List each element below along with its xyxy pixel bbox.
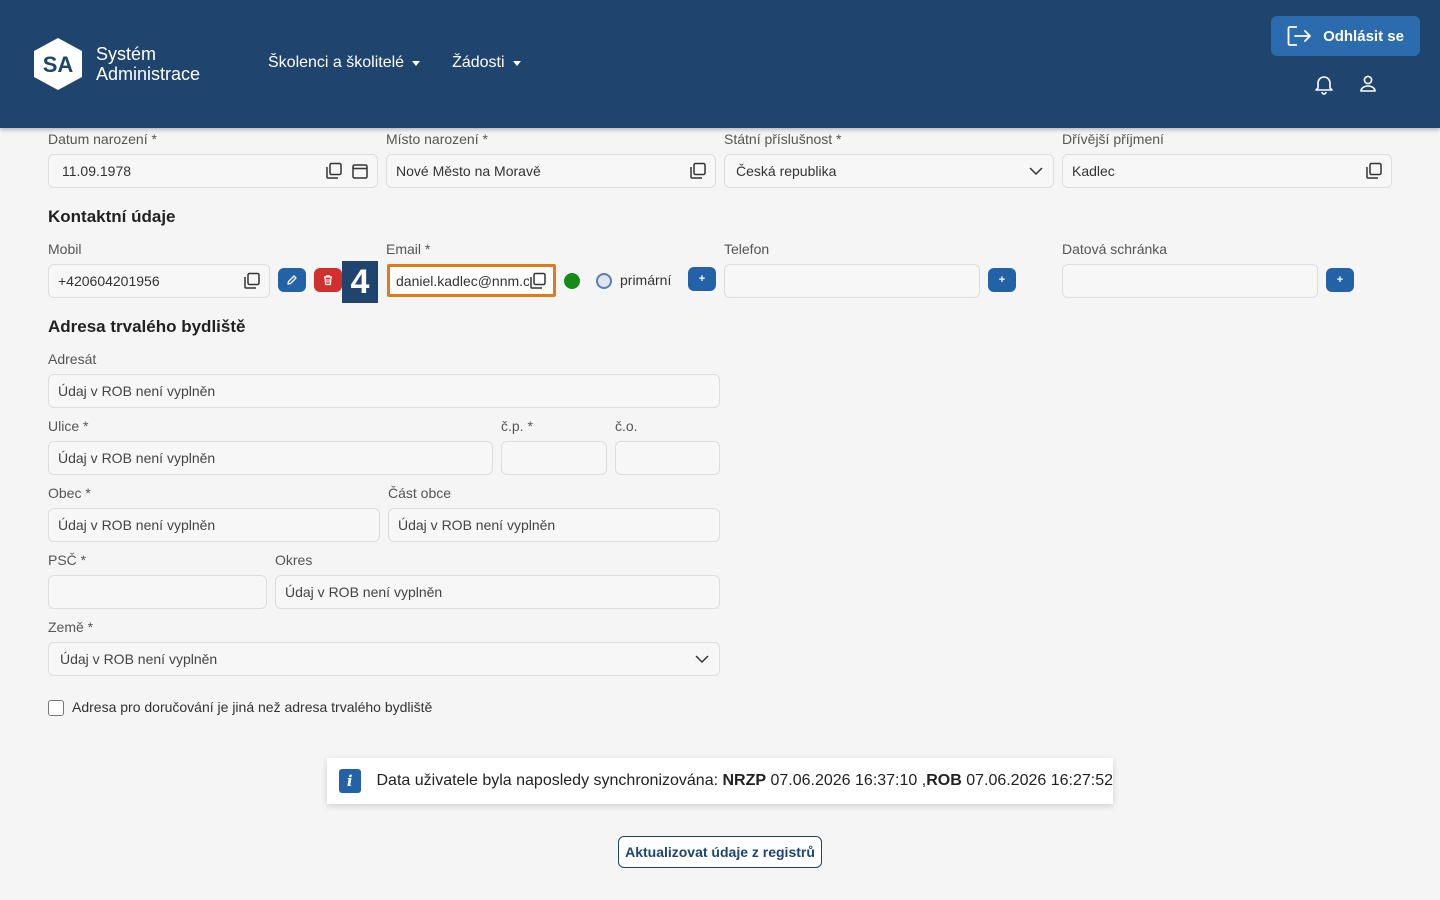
- logout-label: Odhlásit se: [1323, 27, 1404, 45]
- plus-icon: +: [1336, 274, 1344, 286]
- district-field[interactable]: Údaj v ROB není vyplněn: [275, 575, 720, 609]
- city-field[interactable]: Údaj v ROB není vyplněn: [48, 508, 380, 542]
- add-email-button[interactable]: +: [688, 267, 716, 291]
- chevron-down-icon: [512, 60, 521, 66]
- citizenship-label: Státní příslušnost *: [724, 131, 842, 147]
- edit-mobile-button[interactable]: [278, 268, 306, 292]
- pencil-icon: [287, 275, 297, 285]
- primary-radio[interactable]: [596, 273, 612, 289]
- chevron-down-icon: [412, 60, 421, 66]
- plus-icon: +: [698, 273, 706, 285]
- nav-trainees-label: Školenci a školitelé: [268, 54, 405, 71]
- mobile-label: Mobil: [48, 241, 82, 257]
- databox-field[interactable]: [1062, 264, 1318, 298]
- city-part-label: Část obce: [388, 485, 452, 501]
- app-header: SA Systém Administrace Školenci a školit…: [0, 0, 1440, 128]
- add-databox-button[interactable]: +: [1326, 268, 1354, 292]
- phone-field[interactable]: [724, 264, 980, 298]
- copy-icon[interactable]: [1365, 162, 1383, 180]
- delete-mobile-button[interactable]: [314, 268, 342, 292]
- city-value: Údaj v ROB není vyplněn: [58, 517, 216, 533]
- country-value: Údaj v ROB není vyplněn: [60, 651, 218, 667]
- country-select[interactable]: Údaj v ROB není vyplněn: [48, 642, 720, 676]
- delivery-address-checkbox-label[interactable]: Adresa pro doručování je jiná než adresa…: [72, 699, 432, 715]
- logo-hexagon-icon: SA: [34, 38, 82, 90]
- nav-requests-menu[interactable]: Žádosti: [452, 54, 521, 72]
- birth-date-value: 11.09.1978: [62, 163, 132, 179]
- contact-section-title: Kontaktní údaje: [48, 207, 176, 226]
- street-value: Údaj v ROB není vyplněn: [58, 450, 216, 466]
- svg-text:SA: SA: [43, 52, 74, 77]
- calendar-icon[interactable]: [351, 162, 369, 180]
- mobile-value: +420604201956: [58, 273, 160, 289]
- email-field[interactable]: daniel.kadlec@nnm.c: [387, 264, 556, 297]
- citizenship-select[interactable]: Česká republika: [724, 154, 1054, 188]
- recipient-label: Adresát: [48, 351, 97, 367]
- mobile-field[interactable]: +420604201956: [48, 264, 270, 298]
- email-label: Email *: [386, 241, 431, 257]
- birth-date-label: Datum narození *: [48, 131, 157, 147]
- nav-trainees-menu[interactable]: Školenci a školitelé: [268, 54, 421, 72]
- logout-button[interactable]: Odhlásit se: [1271, 16, 1420, 56]
- citizenship-value: Česká republika: [736, 163, 837, 179]
- birth-place-label: Místo narození *: [386, 131, 488, 147]
- update-from-registers-button[interactable]: Aktualizovat údaje z registrů: [618, 836, 822, 868]
- app-logo-text[interactable]: Systém Administrace: [96, 44, 200, 84]
- street-field[interactable]: Údaj v ROB není vyplněn: [48, 441, 493, 475]
- co-label: č.o.: [615, 418, 638, 434]
- previous-surname-value: Kadlec: [1072, 163, 1115, 179]
- city-part-field[interactable]: Údaj v ROB není vyplněn: [388, 508, 720, 542]
- plus-icon: +: [998, 274, 1006, 286]
- copy-icon[interactable]: [243, 272, 261, 290]
- previous-surname-label: Dřívější příjmení: [1062, 131, 1164, 147]
- bell-icon[interactable]: [1313, 73, 1335, 95]
- birth-place-field[interactable]: Nové Město na Moravě: [386, 154, 716, 188]
- main-nav: Školenci a školitelé Žádosti: [268, 54, 521, 72]
- birth-date-field[interactable]: 11.09.1978: [48, 154, 378, 188]
- psc-field[interactable]: [48, 575, 267, 609]
- sync-info-text: Data uživatele byla naposledy synchroniz…: [376, 772, 1114, 789]
- city-label: Obec *: [48, 485, 91, 501]
- info-icon: i: [339, 769, 361, 793]
- sync-info-box: i Data uživatele byla naposledy synchron…: [327, 758, 1113, 804]
- district-label: Okres: [275, 552, 313, 568]
- step-badge: 4: [342, 261, 378, 303]
- phone-label: Telefon: [724, 241, 770, 257]
- district-value: Údaj v ROB není vyplněn: [285, 584, 443, 600]
- street-label: Ulice *: [48, 418, 89, 434]
- chevron-down-icon: [695, 655, 709, 664]
- copy-icon[interactable]: [529, 272, 547, 290]
- logout-icon: [1287, 26, 1311, 46]
- country-label: Země *: [48, 619, 94, 635]
- email-verified-status-dot: [564, 273, 580, 289]
- address-section-title: Adresa trvalého bydliště: [48, 317, 246, 336]
- birth-place-value: Nové Město na Moravě: [396, 163, 541, 179]
- recipient-value: Údaj v ROB není vyplněn: [58, 383, 216, 399]
- co-field[interactable]: [615, 441, 720, 475]
- cp-field[interactable]: [501, 441, 607, 475]
- logo-line-2: Administrace: [96, 64, 201, 84]
- trash-icon: [324, 275, 332, 286]
- city-part-value: Údaj v ROB není vyplněn: [398, 517, 556, 533]
- nav-requests-label: Žádosti: [452, 54, 505, 71]
- psc-label: PSČ *: [48, 552, 87, 568]
- primary-radio-label: primární: [620, 272, 672, 288]
- logo-line-1: Systém: [96, 44, 157, 64]
- chevron-down-icon: [1029, 167, 1043, 176]
- databox-label: Datová schránka: [1062, 241, 1168, 257]
- user-icon[interactable]: [1357, 73, 1379, 95]
- add-phone-button[interactable]: +: [988, 268, 1016, 292]
- delivery-address-checkbox[interactable]: [48, 700, 64, 716]
- email-value: daniel.kadlec@nnm.c: [396, 272, 529, 289]
- recipient-field[interactable]: Údaj v ROB není vyplněn: [48, 374, 720, 408]
- previous-surname-field[interactable]: Kadlec: [1062, 154, 1392, 188]
- copy-icon[interactable]: [689, 162, 707, 180]
- cp-label: č.p. *: [501, 418, 533, 434]
- copy-icon[interactable]: [325, 162, 343, 180]
